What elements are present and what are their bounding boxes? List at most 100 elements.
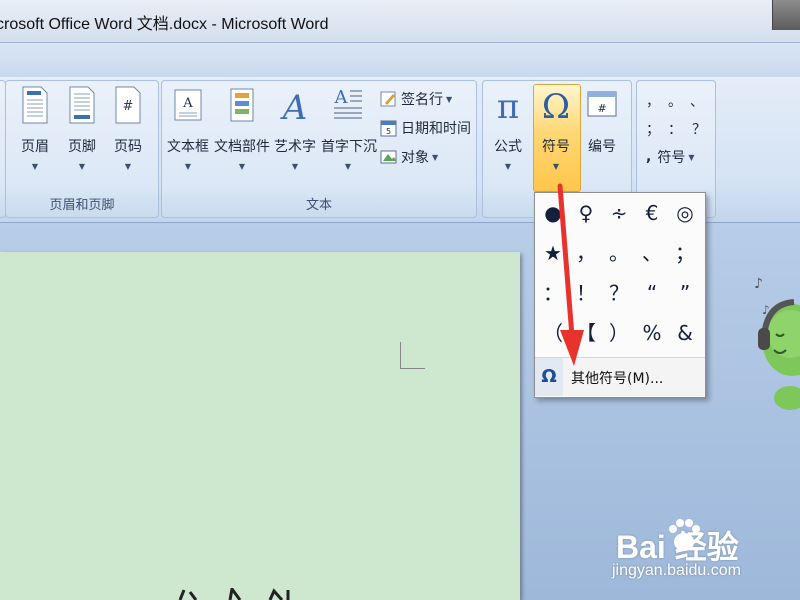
page-number-button[interactable]: # 页码 ▼: [106, 86, 150, 186]
symbol-label: 符号: [542, 139, 570, 155]
punct-cell[interactable]: ，: [646, 90, 660, 112]
textbox-icon: A: [174, 89, 202, 121]
symbol-cell[interactable]: €: [636, 197, 668, 229]
pi-icon: π: [497, 87, 519, 124]
calendar-icon: 5: [380, 120, 397, 137]
chevron-down-icon: ▼: [124, 162, 132, 171]
group-label: 页眉和页脚: [49, 198, 115, 213]
more-symbols-label: 其他符号(M)...: [571, 371, 664, 387]
chevron-down-icon: ▼: [184, 162, 192, 171]
signature-line-label: 签名行: [401, 92, 443, 108]
svg-text:♪: ♪: [762, 303, 770, 317]
symbol-cell[interactable]: ：: [537, 277, 569, 309]
svg-text:A: A: [182, 96, 193, 111]
pen-icon: [380, 91, 396, 107]
page-number-icon: #: [115, 86, 141, 124]
wordart-label: 艺术字: [274, 139, 316, 155]
header-icon: [22, 86, 48, 124]
svg-text:♪: ♪: [754, 276, 763, 292]
footer-button[interactable]: 页脚 ▼: [60, 86, 104, 186]
omega-icon: Ω: [535, 358, 563, 396]
symbol-cell[interactable]: ？: [603, 277, 635, 309]
footer-label: 页脚: [68, 139, 96, 155]
symbol-cell[interactable]: ★: [537, 237, 569, 269]
quick-parts-button[interactable]: 文档部件 ▼: [214, 86, 270, 186]
page-number-label: 页码: [114, 139, 142, 155]
partial-text-glyphs: [178, 588, 290, 600]
wordart-button[interactable]: A 艺术字 ▼: [272, 86, 318, 186]
chevron-down-icon: ▼: [238, 162, 246, 171]
symbol-cell[interactable]: 【: [570, 317, 602, 349]
textbox-label: 文本框: [167, 139, 209, 155]
numbering-icon: #: [587, 91, 617, 117]
watermark-url: jingyan.baidu.com: [612, 562, 741, 579]
chevron-down-icon: ▼: [446, 94, 453, 104]
margin-marker: [400, 342, 425, 369]
chevron-down-icon: ▼: [344, 162, 352, 171]
more-symbols-item[interactable]: Ω 其他符号(M)...: [535, 357, 705, 396]
group-left-edge: [0, 80, 6, 218]
paw-icon: [669, 519, 700, 551]
window-control[interactable]: [772, 0, 800, 30]
svg-text:A: A: [280, 88, 308, 124]
svg-text:Ω: Ω: [542, 87, 570, 124]
equation-button[interactable]: π 公式 ▼: [486, 86, 530, 186]
footer-icon: [69, 86, 95, 124]
quick-parts-label: 文档部件: [214, 139, 270, 155]
textbox-button[interactable]: A 文本框 ▼: [165, 86, 211, 186]
header-label: 页眉: [21, 139, 49, 155]
symbol-cell[interactable]: ●: [537, 197, 569, 229]
symbol-cell[interactable]: ，: [570, 237, 602, 269]
svg-text:π: π: [497, 87, 519, 124]
symbol-cell[interactable]: ！: [570, 277, 602, 309]
quick-parts-icon: [230, 88, 254, 122]
mascot-image: ♪ ♪: [754, 276, 800, 410]
punct-cell[interactable]: ？: [692, 118, 706, 140]
chevron-down-icon: ▼: [78, 162, 86, 171]
title-bar: crosoft Office Word 文档.docx - Microsoft …: [0, 0, 800, 43]
header-button[interactable]: 页眉 ▼: [13, 86, 57, 186]
wordart-icon: A: [280, 88, 308, 124]
comma-icon: ,: [646, 149, 652, 165]
chevron-down-icon: ▼: [291, 162, 299, 171]
symbol-button-content[interactable]: Ω 符号 ▼: [534, 86, 578, 186]
chevron-down-icon: ▼: [504, 162, 512, 171]
svg-text:#: #: [597, 102, 606, 115]
svg-text:#: #: [123, 99, 134, 114]
symbol-cell[interactable]: ∻: [603, 197, 635, 229]
group-label: 文本: [305, 198, 332, 213]
symbol-cell[interactable]: ♀: [570, 197, 602, 229]
punct-cell[interactable]: 。: [668, 90, 682, 112]
chevron-down-icon: ▼: [552, 162, 560, 171]
symbol-cell[interactable]: ）: [603, 317, 635, 349]
window-title: crosoft Office Word 文档.docx - Microsoft …: [0, 16, 329, 33]
omega-icon: Ω: [542, 87, 570, 124]
symbol-cell[interactable]: ◎: [669, 197, 701, 229]
symbol-cell[interactable]: ；: [669, 237, 701, 269]
object-button[interactable]: 对象 ▼: [380, 146, 438, 168]
special-symbol-label: 符号: [657, 150, 686, 166]
symbol-cell[interactable]: “: [636, 277, 668, 309]
numbering-button[interactable]: # 编号: [580, 86, 624, 186]
document-page[interactable]: [0, 252, 520, 600]
symbol-cell[interactable]: （: [537, 317, 569, 349]
drop-cap-icon: A: [334, 87, 362, 119]
svg-text:5: 5: [386, 127, 391, 136]
chevron-down-icon: ▼: [688, 152, 695, 162]
special-symbol-button[interactable]: , 符号 ▼: [646, 146, 694, 168]
punct-cell[interactable]: ：: [668, 118, 682, 140]
punct-cell[interactable]: 、: [690, 90, 704, 112]
object-icon: [380, 150, 397, 164]
date-time-button[interactable]: 5 日期和时间: [380, 117, 471, 139]
object-label: 对象: [401, 150, 429, 166]
symbol-cell[interactable]: 、: [636, 237, 668, 269]
symbol-cell[interactable]: ”: [669, 277, 701, 309]
drop-cap-button[interactable]: A 首字下沉 ▼: [321, 86, 377, 186]
symbol-cell[interactable]: &: [669, 317, 701, 349]
numbering-label: 编号: [588, 139, 616, 155]
signature-line-button[interactable]: 签名行 ▼: [380, 88, 452, 110]
symbol-cell[interactable]: %: [636, 317, 668, 349]
symbol-cell[interactable]: 。: [603, 237, 635, 269]
ribbon-tab-strip: [0, 43, 800, 77]
punct-cell[interactable]: ；: [646, 118, 660, 140]
